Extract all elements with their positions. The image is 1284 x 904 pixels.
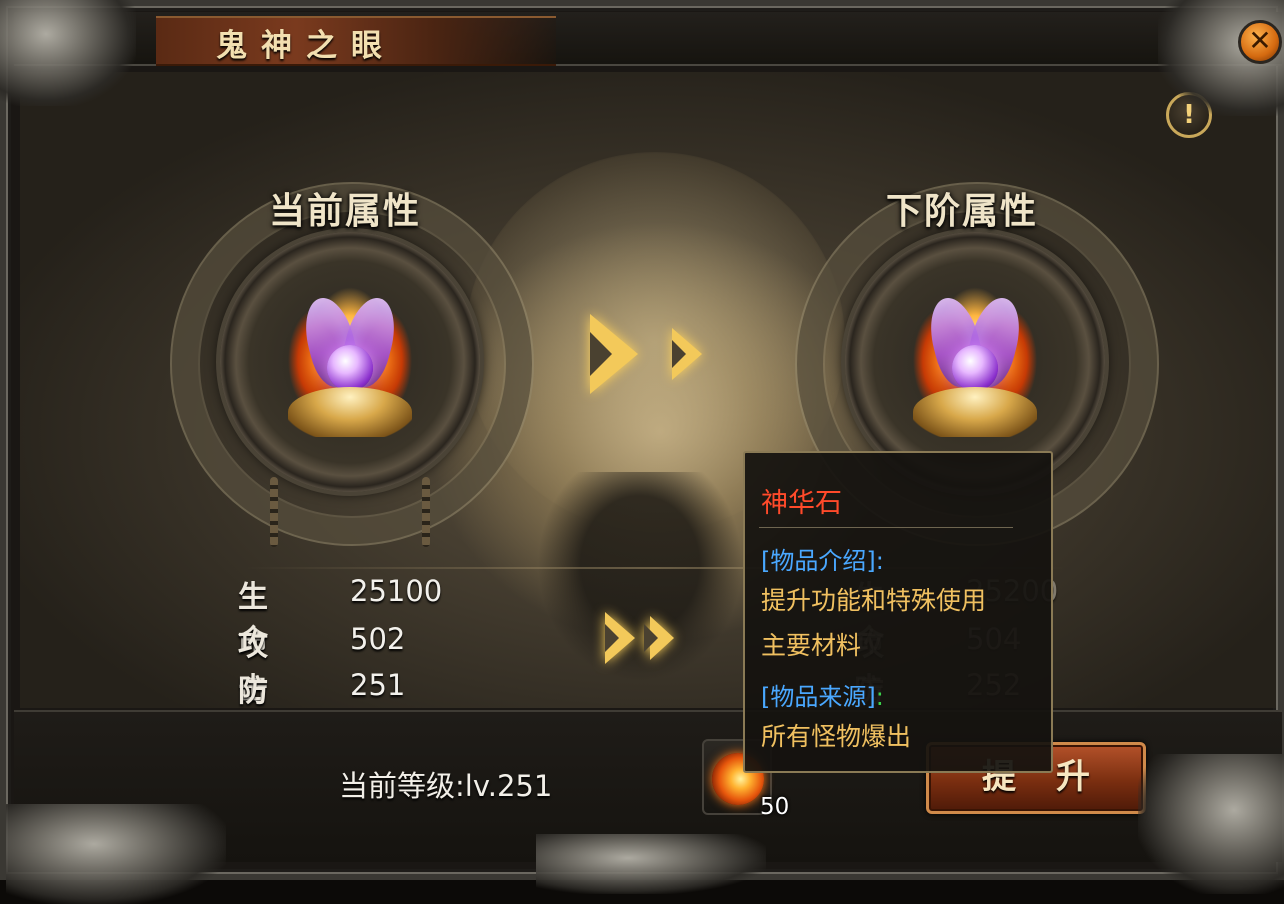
tooltip-intro-line: 主要材料: [761, 631, 862, 660]
scene-background: [20, 72, 1276, 708]
dragon-ornament: [0, 0, 136, 106]
close-icon[interactable]: ✕: [1238, 20, 1282, 64]
next-gem-icon: [895, 267, 1055, 447]
window-title: 鬼神之眼: [216, 28, 396, 64]
tooltip-source-colon: :: [875, 683, 884, 711]
game-window: 鬼神之眼 当前属性 下阶属性 ! 生命 25100 攻: [0, 0, 1284, 904]
chevron-right-icon: [672, 328, 702, 380]
tooltip-intro-line: 提升功能和特殊使用: [761, 586, 987, 615]
current-attributes-header: 当前属性: [269, 190, 422, 232]
dragon-ornament: [6, 804, 226, 904]
dragon-ornament: [1138, 754, 1284, 894]
stat-value: 251: [350, 668, 406, 702]
chevron-right-icon: [605, 612, 635, 664]
tooltip-item-name: 神华石: [761, 488, 842, 519]
dragon-ornament: [536, 834, 766, 894]
warrior-silhouette: [520, 472, 760, 702]
chevron-right-icon: [590, 314, 638, 394]
tooltip-source-header: [物品来源]:: [761, 677, 884, 712]
tooltip-source-label: [物品来源]: [761, 683, 876, 711]
tooltip-divider: [759, 527, 1013, 528]
stat-value: 502: [350, 622, 406, 656]
chain-decoration: [270, 477, 278, 547]
next-attributes-header: 下阶属性: [886, 190, 1039, 232]
chevron-right-icon: [644, 616, 674, 660]
current-level: 当前等级:lv.251: [339, 769, 553, 803]
item-tooltip: 神华石 [物品介绍]: 提升功能和特殊使用 主要材料 [物品来源]: 所有怪物爆…: [743, 451, 1053, 773]
current-gem-icon: [270, 267, 430, 447]
chain-decoration: [422, 477, 430, 547]
tooltip-intro-header: [物品介绍]:: [761, 547, 884, 575]
stat-value: 25100: [350, 574, 443, 608]
material-count: 50: [760, 794, 790, 820]
tooltip-source-text: 所有怪物爆出: [761, 722, 912, 751]
